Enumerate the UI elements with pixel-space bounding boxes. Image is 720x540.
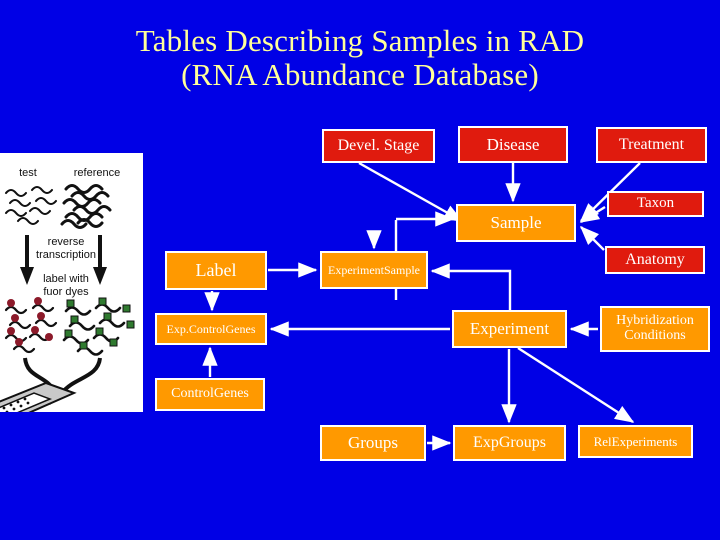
entity-label: Anatomy (625, 250, 685, 268)
slide-canvas: Tables Describing Samples in RAD (RNA Ab… (0, 0, 720, 540)
edge-anatomy-to-sample (579, 225, 605, 251)
edge-experiment-to-experimentsample (430, 263, 512, 310)
entity-label: Sample (490, 213, 542, 233)
entity-box-exp_control_genes[interactable]: Exp.ControlGenes (155, 313, 267, 345)
edge-experiment-to-relexperiments (517, 346, 635, 424)
entity-box-anatomy[interactable]: Anatomy (605, 246, 705, 274)
entity-box-exp_groups[interactable]: ExpGroups (453, 425, 566, 461)
entity-label: ExperimentSample (328, 262, 420, 277)
entity-box-rel_experiments[interactable]: RelExperiments (578, 425, 693, 458)
entity-label: Treatment (618, 135, 685, 153)
entity-label: ExpGroups (473, 433, 546, 451)
entity-label: Devel. Stage (337, 136, 420, 154)
edge-devel-stage-to-sample (358, 161, 464, 223)
entity-label: ControlGenes (171, 386, 249, 402)
entity-label: Disease (486, 134, 540, 154)
entity-box-devel_stage[interactable]: Devel. Stage (322, 129, 435, 163)
entity-box-experiment_sample[interactable]: ExperimentSample (320, 251, 428, 289)
entity-label: Exp.ControlGenes (166, 321, 256, 336)
entity-box-hyb_conditions[interactable]: Hybridization Conditions (600, 306, 710, 352)
entity-label: Taxon (636, 195, 675, 212)
entity-box-treatment[interactable]: Treatment (596, 127, 707, 163)
entity-box-disease[interactable]: Disease (458, 126, 568, 163)
entity-label: Experiment (469, 319, 550, 339)
entity-label: Label (195, 260, 237, 281)
entity-box-groups[interactable]: Groups (320, 425, 426, 461)
entity-box-experiment[interactable]: Experiment (452, 310, 567, 348)
entity-label: Groups (347, 433, 399, 453)
entity-box-taxon[interactable]: Taxon (607, 191, 704, 217)
entity-box-sample[interactable]: Sample (456, 204, 576, 242)
entity-label: Hybridization Conditions (616, 313, 694, 343)
entity-label: RelExperiments (593, 433, 678, 449)
entity-box-label[interactable]: Label (165, 251, 267, 290)
entity-box-control_genes[interactable]: ControlGenes (155, 378, 265, 411)
